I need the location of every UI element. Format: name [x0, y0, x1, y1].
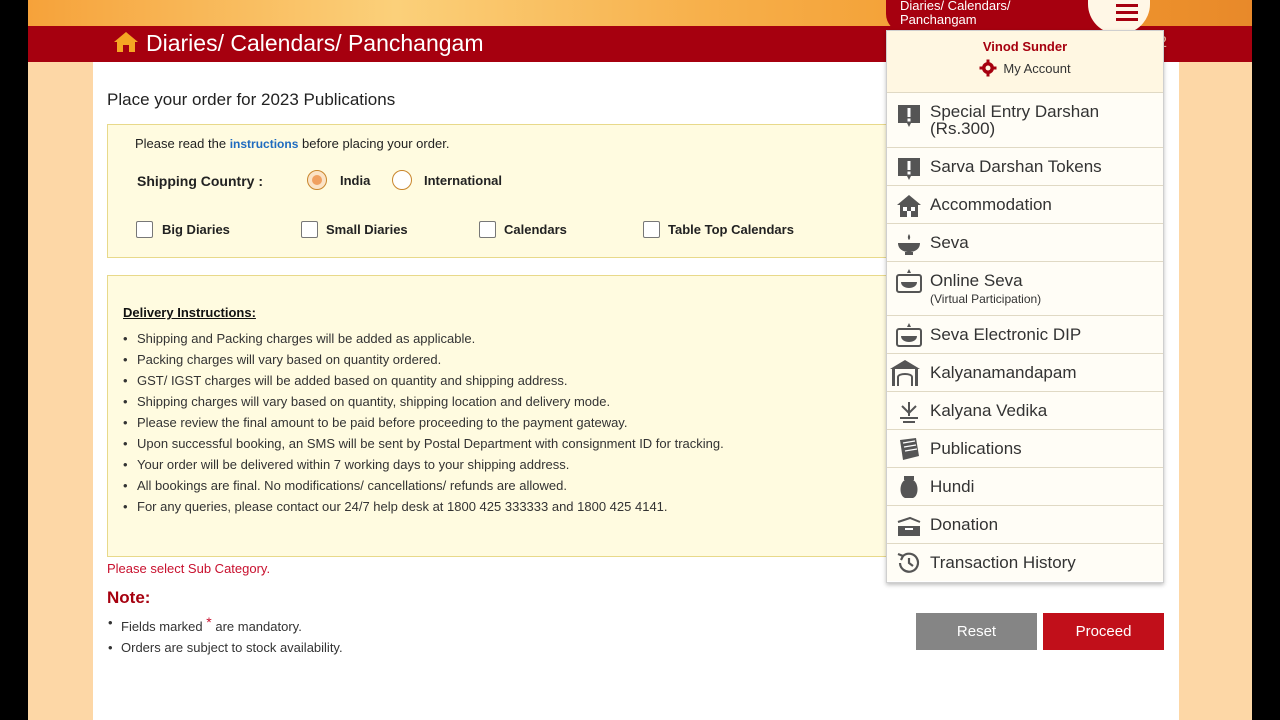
menu-item-special-entry-darshan[interactable]: Special Entry Darshan (Rs.300) — [887, 93, 1163, 148]
list-item: Orders are subject to stock availability… — [108, 637, 343, 658]
instructions-prefix: Please read the — [135, 136, 227, 151]
radio-india[interactable] — [307, 170, 327, 190]
navigation-dropdown: Vinod Sunder My Account Special Entry Da… — [886, 30, 1164, 583]
list-item: Upon successful booking, an SMS will be … — [123, 433, 724, 454]
menu-item-label: Kalyana Vedika — [930, 401, 1048, 420]
delivery-instructions-panel: Delivery Instructions: Shipping and Pack… — [107, 275, 907, 557]
home-icon[interactable] — [113, 30, 139, 54]
menu-item-seva-electronic-dip[interactable]: Seva Electronic DIP — [887, 316, 1163, 354]
delivery-instructions-list: Shipping and Packing charges will be add… — [123, 328, 724, 517]
menu-item-label: Donation — [930, 515, 999, 534]
list-item: Packing charges will vary based on quant… — [123, 349, 724, 370]
radio-international-label[interactable]: International — [424, 173, 502, 188]
instructions-suffix: before placing your order. — [302, 136, 450, 151]
mandapam-icon — [890, 360, 920, 386]
delivery-instructions-title: Delivery Instructions: — [123, 305, 256, 320]
menu-item-label: Seva — [930, 233, 969, 252]
user-account-box: Vinod Sunder My Account — [887, 31, 1163, 93]
vedika-icon — [900, 402, 918, 423]
note-title: Note: — [107, 588, 151, 607]
menu-item-sublabel: (Virtual Participation) — [930, 292, 1042, 306]
list-item: Please review the final amount to be pai… — [123, 412, 724, 433]
list-item: GST/ IGST charges will be added based on… — [123, 370, 724, 391]
online-seva-icon — [896, 269, 922, 293]
menu-item-label: Sarva Darshan Tokens — [930, 157, 1102, 176]
checkbox-small-diaries[interactable] — [301, 221, 318, 238]
user-name: Vinod Sunder — [982, 39, 1068, 54]
note-list: Fields marked * are mandatory. Orders ar… — [108, 612, 343, 658]
radio-selected-dot — [312, 175, 322, 185]
history-icon — [897, 552, 920, 573]
shipping-country-label: Shipping Country : — [137, 173, 263, 189]
breadcrumb-line-2: Panchangam — [900, 12, 977, 27]
menu-item-seva[interactable]: Seva — [887, 224, 1163, 262]
reset-button[interactable]: Reset — [916, 613, 1037, 650]
list-item: Your order will be delivered within 7 wo… — [123, 454, 724, 475]
menu-item-label: Transaction History — [930, 553, 1076, 572]
online-seva-icon — [896, 323, 922, 347]
instructions-text: Please read the instructions before plac… — [135, 136, 449, 151]
menu-item-online-seva[interactable]: Online Seva (Virtual Participation) — [887, 262, 1163, 316]
page-margin-right — [1179, 62, 1252, 720]
menu-item-kalyanamandapam[interactable]: Kalyanamandapam — [887, 354, 1163, 392]
page-title: Diaries/ Calendars/ Panchangam — [146, 30, 484, 56]
checkbox-big-diaries-label[interactable]: Big Diaries — [162, 222, 230, 237]
list-item: Shipping charges will vary based on quan… — [123, 391, 724, 412]
menu-item-kalyana-vedika[interactable]: Kalyana Vedika — [887, 392, 1163, 430]
checkbox-table-top-calendars-label[interactable]: Table Top Calendars — [668, 222, 794, 237]
my-account-link[interactable]: My Account — [979, 59, 1071, 77]
note-fields-prefix: Fields marked — [121, 619, 203, 634]
checkbox-calendars[interactable] — [479, 221, 496, 238]
order-heading: Place your order for 2023 Publications — [107, 90, 396, 109]
list-item: Shipping and Packing charges will be add… — [123, 328, 724, 349]
menu-item-label: Special Entry Darshan — [930, 102, 1100, 121]
list-item: For any queries, please contact our 24/7… — [123, 496, 724, 517]
radio-india-label[interactable]: India — [340, 173, 370, 188]
menu-item-label: Publications — [930, 439, 1022, 458]
gear-icon — [979, 59, 997, 77]
donation-icon — [897, 516, 921, 536]
my-account-label: My Account — [1003, 60, 1071, 76]
menu-item-sublabel: (Rs.300) — [930, 119, 996, 138]
menu-item-label: Online Seva — [930, 271, 1023, 290]
book-icon — [900, 438, 919, 460]
note-fields-suffix: are mandatory. — [215, 619, 302, 634]
checkbox-big-diaries[interactable] — [136, 221, 153, 238]
alert-token-icon — [898, 105, 920, 127]
radio-international[interactable] — [392, 170, 412, 190]
checkbox-calendars-label[interactable]: Calendars — [504, 222, 567, 237]
alert-token-icon — [898, 158, 920, 180]
validation-error: Please select Sub Category. — [107, 561, 271, 576]
house-icon — [897, 195, 921, 217]
lamp-bowl-icon — [898, 234, 920, 255]
checkbox-small-diaries-label[interactable]: Small Diaries — [326, 222, 408, 237]
menu-item-hundi[interactable]: Hundi — [887, 468, 1163, 506]
menu-item-label: Kalyanamandapam — [930, 363, 1077, 382]
menu-item-label: Accommodation — [930, 195, 1052, 214]
menu-item-transaction-history[interactable]: Transaction History — [887, 544, 1163, 581]
menu-item-sarva-darshan-tokens[interactable]: Sarva Darshan Tokens — [887, 148, 1163, 186]
pot-icon — [900, 476, 918, 498]
menu-item-label: Seva Electronic DIP — [930, 325, 1082, 344]
list-item: Fields marked * are mandatory. — [108, 612, 343, 637]
order-options-panel: Please read the instructions before plac… — [107, 124, 907, 258]
menu-item-publications[interactable]: Publications — [887, 430, 1163, 468]
menu-item-accommodation[interactable]: Accommodation — [887, 186, 1163, 224]
required-star: * — [206, 614, 212, 630]
hamburger-icon — [1116, 4, 1138, 25]
proceed-button[interactable]: Proceed — [1043, 613, 1164, 650]
page-margin-left — [28, 62, 93, 720]
list-item: All bookings are final. No modifications… — [123, 475, 724, 496]
instructions-link[interactable]: instructions — [230, 137, 299, 151]
app-viewport: Diaries/ Calendars/ Panchangam 2 Diaries… — [28, 0, 1252, 720]
breadcrumb[interactable]: Diaries/ Calendars/ Panchangam — [886, 0, 1121, 32]
checkbox-table-top-calendars[interactable] — [643, 221, 660, 238]
menu-item-label: Hundi — [930, 477, 975, 496]
menu-item-donation[interactable]: Donation — [887, 506, 1163, 544]
